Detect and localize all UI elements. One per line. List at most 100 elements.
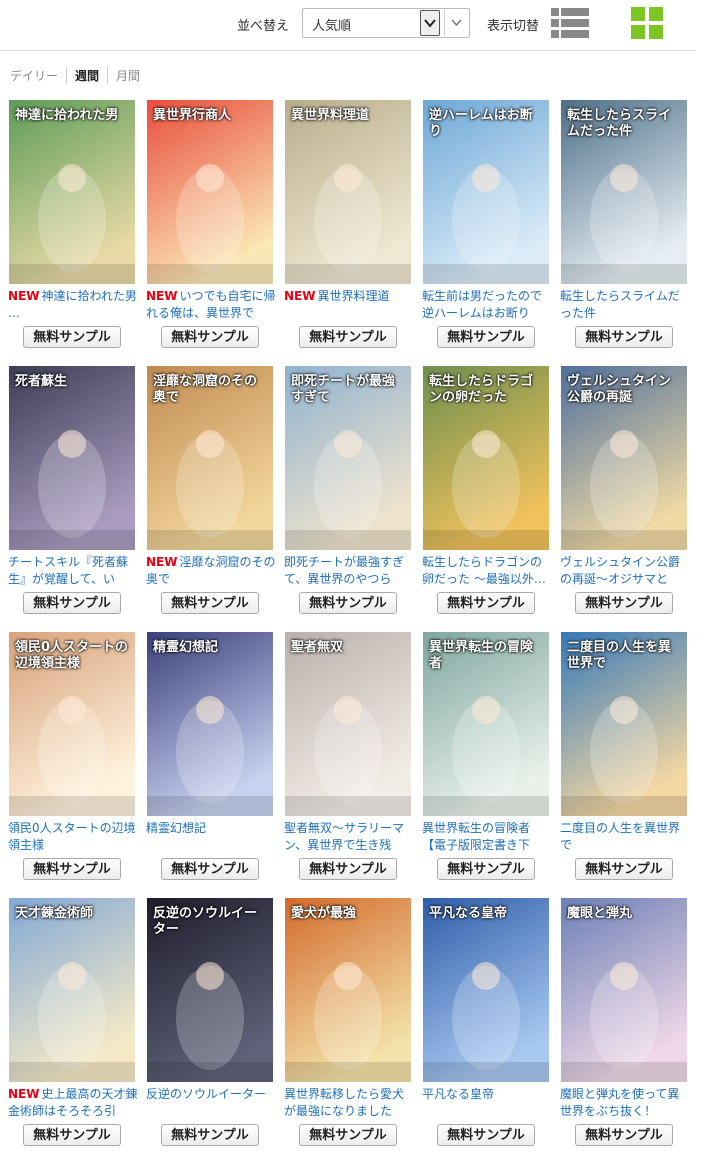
free-sample-button[interactable]: 無料サンプル [299, 858, 397, 880]
book-cover[interactable]: 神達に拾われた男 [9, 100, 135, 284]
book-title-text: 転生したらスライムだった件 [560, 289, 680, 320]
free-sample-button[interactable]: 無料サンプル [23, 326, 121, 348]
book-title-link[interactable]: チートスキル『死者蘇生』が覚醒して、いに… [8, 554, 138, 588]
book-cover[interactable]: 逆ハーレムはお断り [423, 100, 549, 284]
book-card: 平凡なる皇帝 平凡なる皇帝 無料サンプル [422, 898, 554, 1158]
free-sample-button[interactable]: 無料サンプル [23, 592, 121, 614]
book-title-link[interactable]: 転生したらスライムだった件 [560, 288, 690, 322]
book-card: 天才錬金術師NEW史上最高の天才錬金術師はそろそろ引退…無料サンプル [8, 898, 140, 1158]
cover-title-text: 異世界転生の冒険者 [429, 640, 534, 671]
book-card: 逆ハーレムはお断り転生前は男だったので逆ハーレムはお断りし… 無料サンプル [422, 100, 554, 360]
book-cover[interactable]: 転生したらドラゴンの卵だった [423, 366, 549, 550]
book-cover[interactable]: ヴェルシュタイン公爵の再誕 [561, 366, 687, 550]
free-sample-button[interactable]: 無料サンプル [437, 326, 535, 348]
book-cover[interactable]: 領民0人スタートの辺境領主様 [9, 632, 135, 816]
book-title-text: 転生したらドラゴンの卵だった ～最強以外… [422, 555, 546, 586]
book-cover[interactable]: 即死チートが最強すぎて [285, 366, 411, 550]
cover-title-text: 二度目の人生を異世界で [567, 640, 672, 671]
book-card: 魔眼と弾丸 魔眼と弾丸を使って異世界をぶち抜く！ 無料サンプル [560, 898, 692, 1158]
cover-title-text: 異世界行商人 [153, 108, 232, 123]
new-badge: NEW [146, 289, 178, 303]
new-badge: NEW [284, 289, 316, 303]
book-card: 精霊幻想記 精霊幻想記 無料サンプル [146, 632, 278, 892]
free-sample-button[interactable]: 無料サンプル [161, 592, 259, 614]
book-cover[interactable]: 淫靡な洞窟のその奥で [147, 366, 273, 550]
book-cover[interactable]: 愛犬が最強 [285, 898, 411, 1082]
book-cover[interactable]: 異世界料理道 [285, 100, 411, 284]
book-title-text: ヴェルシュタイン公爵の再誕～オジサマとか… [560, 555, 681, 586]
book-title-link[interactable]: 聖者無双～サラリーマン、異世界で生き残る… [284, 820, 414, 854]
book-cover[interactable]: 転生したらスライムだった件 [561, 100, 687, 284]
book-cover[interactable]: 異世界転生の冒険者 [423, 632, 549, 816]
book-title-link[interactable]: NEW 異世界料理道 [284, 288, 414, 322]
cover-title-text: 天才錬金術師 [15, 906, 94, 921]
new-badge: NEW [8, 289, 40, 303]
book-cover[interactable]: 異世界行商人 [147, 100, 273, 284]
tab-weekly[interactable]: 週間 [67, 67, 109, 84]
cover-title-text: 逆ハーレムはお断り [429, 108, 533, 139]
book-title-link[interactable]: 精霊幻想記 [146, 820, 276, 854]
free-sample-button[interactable]: 無料サンプル [299, 326, 397, 348]
book-title-text: チートスキル『死者蘇生』が覚醒して、いに… [8, 555, 129, 586]
book-cover[interactable]: 精霊幻想記 [147, 632, 273, 816]
book-title-link[interactable]: ヴェルシュタイン公爵の再誕～オジサマとか… [560, 554, 690, 588]
free-sample-button[interactable]: 無料サンプル [575, 326, 673, 348]
book-title-text: 聖者無双～サラリーマン、異世界で生き残る… [284, 821, 405, 852]
book-title-text: 転生前は男だったので逆ハーレムはお断りし… [422, 289, 543, 320]
new-badge: NEW [8, 1087, 40, 1101]
book-title-link[interactable]: 領民0人スタートの辺境領主様 [8, 820, 138, 854]
book-title-link[interactable]: NEW 神達に拾われた男 … [8, 288, 138, 322]
sort-label: 並べ替え [237, 19, 290, 34]
chevron-down-icon[interactable] [444, 10, 468, 36]
book-title-link[interactable]: 異世界転移したら愛犬が最強になりました～… [284, 1086, 414, 1120]
period-tabs: デイリー 週間 月間 [10, 67, 140, 85]
cover-title-text: 魔眼と弾丸 [567, 906, 633, 921]
tab-monthly[interactable]: 月間 [108, 67, 140, 84]
free-sample-button[interactable]: 無料サンプル [437, 858, 535, 880]
book-cover[interactable]: 反逆のソウルイーター [147, 898, 273, 1082]
book-title-text: 異世界転移したら愛犬が最強になりました～… [284, 1087, 405, 1118]
book-card: 異世界行商人 NEWいつでも自宅に帰れる俺は、異世界で行… 無料サンプル [146, 100, 278, 360]
free-sample-button[interactable]: 無料サンプル [161, 326, 259, 348]
book-title-link[interactable]: NEW 淫靡な洞窟のその奥で [146, 554, 276, 588]
cover-title-text: 反逆のソウルイーター [153, 906, 258, 937]
book-cover[interactable]: 聖者無双 [285, 632, 411, 816]
free-sample-button[interactable]: 無料サンプル [23, 858, 121, 880]
sort-select[interactable]: 人気順 [302, 8, 470, 38]
book-card: 神達に拾われた男 NEW 神達に拾われた男 … 無料サンプル [8, 100, 140, 360]
cover-title-text: 死者蘇生 [15, 374, 68, 389]
grid-view-icon[interactable] [631, 7, 663, 39]
free-sample-button[interactable]: 無料サンプル [437, 592, 535, 614]
book-card: 淫靡な洞窟のその奥で NEW 淫靡な洞窟のその奥で無料サンプル [146, 366, 278, 626]
book-title-text: 領民0人スタートの辺境領主様 [8, 821, 136, 852]
book-card: 領民0人スタートの辺境領主様 領民0人スタートの辺境領主様 無料サンプル [8, 632, 140, 892]
sort-selected-value: 人気順 [312, 19, 352, 34]
free-sample-button[interactable]: 無料サンプル [299, 592, 397, 614]
book-title-link[interactable]: 魔眼と弾丸を使って異世界をぶち抜く！ [560, 1086, 690, 1120]
book-title-link[interactable]: 平凡なる皇帝 [422, 1086, 552, 1120]
book-cover[interactable]: 天才錬金術師 [9, 898, 135, 1082]
book-cover[interactable]: 平凡なる皇帝 [423, 898, 549, 1082]
book-title-link[interactable]: 反逆のソウルイーター [146, 1086, 276, 1120]
book-title-link[interactable]: 転生前は男だったので逆ハーレムはお断りし… [422, 288, 552, 322]
list-view-icon[interactable] [551, 7, 589, 39]
free-sample-button[interactable]: 無料サンプル [575, 592, 673, 614]
chevron-down-icon[interactable] [420, 10, 440, 36]
book-title-link[interactable]: 二度目の人生を異世界で [560, 820, 690, 854]
tab-daily[interactable]: デイリー [10, 67, 68, 84]
free-sample-button[interactable]: 無料サンプル [575, 858, 673, 880]
book-title-link[interactable]: NEWいつでも自宅に帰れる俺は、異世界で行… [146, 288, 276, 322]
book-cover[interactable]: 二度目の人生を異世界で [561, 632, 687, 816]
book-title-link[interactable]: 即死チートが最強すぎて、異世界のやつらが… [284, 554, 414, 588]
book-title-link[interactable]: 転生したらドラゴンの卵だった ～最強以外… [422, 554, 552, 588]
new-badge: NEW [146, 555, 178, 569]
book-cover[interactable]: 死者蘇生 [9, 366, 135, 550]
free-sample-button[interactable]: 無料サンプル [161, 858, 259, 880]
book-cover[interactable]: 魔眼と弾丸 [561, 898, 687, 1082]
cover-title-text: 愛犬が最強 [291, 906, 357, 921]
view-toggle-label: 表示切替 [487, 19, 540, 34]
book-title-link[interactable]: 異世界転生の冒険者 【電子版限定書き下ろ… [422, 820, 552, 854]
book-title-text: 異世界転生の冒険者 【電子版限定書き下ろ… [422, 821, 531, 852]
book-title-link[interactable]: NEW史上最高の天才錬金術師はそろそろ引退… [8, 1086, 138, 1120]
book-card: 反逆のソウルイーター 反逆のソウルイーター 無料サンプル [146, 898, 278, 1158]
